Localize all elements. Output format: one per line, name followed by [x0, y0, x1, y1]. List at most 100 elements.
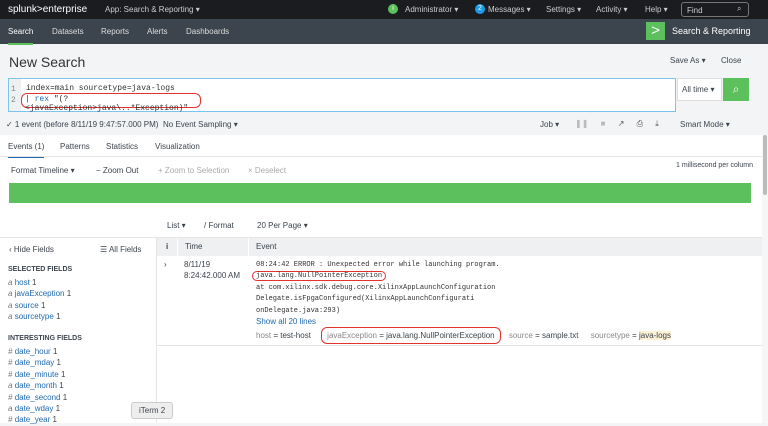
col-time[interactable]: Time — [185, 242, 202, 251]
app-bar: Search Datasets Reports Alerts Dashboard… — [0, 19, 768, 45]
list-view-menu[interactable]: List ▾ — [167, 221, 186, 230]
field-type-icon: a — [8, 381, 13, 391]
tab-statistics[interactable]: Statistics — [106, 142, 138, 151]
field-count: 1 — [52, 347, 58, 356]
timeline-bar[interactable] — [9, 183, 751, 203]
field-item[interactable]: # date_minute 1 — [8, 369, 67, 380]
event-line: Delegate.isFpgaConfigured(XilinxAppLaunc… — [256, 295, 475, 304]
field-sourcetype[interactable]: sourcetype = java-logs — [591, 331, 671, 340]
field-name[interactable]: date_mday — [15, 358, 55, 367]
field-item[interactable]: a host 1 — [8, 277, 71, 288]
app-logo-icon: > — [646, 22, 665, 40]
fields-sidebar: ‹ Hide Fields ☰ All Fields SELECTED FIEL… — [0, 237, 157, 425]
tab-datasets[interactable]: Datasets — [52, 27, 84, 36]
field-count: 1 — [59, 381, 64, 391]
field-name[interactable]: date_year — [15, 415, 51, 424]
field-type-icon: a — [8, 312, 13, 322]
field-item[interactable]: # date_mday 1 — [8, 357, 67, 368]
activity-menu[interactable]: Activity ▾ — [596, 5, 628, 14]
field-name[interactable]: host — [15, 278, 30, 287]
scrollbar-thumb[interactable] — [763, 135, 767, 195]
event-raw: 08:24:42 ERROR : Unexpected error while … — [252, 260, 500, 317]
expand-chevron-icon[interactable]: › — [164, 260, 167, 269]
field-count: 1 — [60, 369, 66, 379]
search-input[interactable]: 12 index=main sourcetype=java-logs | rex… — [8, 78, 676, 113]
field-count: 1 — [40, 300, 46, 310]
scrollbar[interactable] — [762, 135, 768, 423]
search-button[interactable]: ⌕ — [723, 78, 749, 101]
rex-command: rex — [34, 95, 50, 104]
per-page-menu[interactable]: 20 Per Page ▾ — [257, 221, 308, 230]
field-item[interactable]: # date_hour 1 — [8, 346, 67, 357]
messages-menu[interactable]: Messages ▾ — [488, 5, 531, 14]
tab-patterns[interactable]: Patterns — [60, 142, 90, 151]
tab-reports[interactable]: Reports — [101, 27, 129, 36]
app-menu[interactable]: App: Search & Reporting ▾ — [105, 5, 200, 14]
field-type-icon: a — [8, 289, 13, 299]
field-type-icon: # — [8, 358, 13, 368]
splunk-logo[interactable]: splunk>enterprise — [8, 4, 87, 15]
user-menu[interactable]: Administrator ▾ — [405, 5, 458, 14]
field-count: 1 — [56, 358, 61, 368]
tab-search[interactable]: Search — [8, 27, 34, 45]
line-numbers: 12 — [9, 79, 21, 111]
field-name[interactable]: source — [15, 301, 39, 310]
col-info: i — [166, 242, 169, 251]
job-controls[interactable]: ❚❚ ■ ↗ ⎙ ⤓ — [575, 119, 659, 129]
field-type-icon: a — [8, 404, 13, 414]
field-name[interactable]: date_hour — [15, 347, 51, 356]
field-name[interactable]: date_second — [15, 393, 61, 402]
close-button[interactable]: Close — [721, 56, 741, 65]
help-menu[interactable]: Help ▾ — [645, 5, 668, 14]
field-name[interactable]: date_month — [15, 381, 57, 390]
hide-fields-button[interactable]: ‹ Hide Fields — [9, 245, 54, 254]
field-item[interactable]: # date_second 1 — [8, 392, 67, 403]
field-name[interactable]: date_wday — [15, 404, 54, 413]
time-range-picker[interactable]: All time ▾ — [677, 78, 722, 101]
top-bar: splunk>enterprise App: Search & Reportin… — [0, 0, 768, 19]
divider — [0, 156, 762, 157]
zoom-out-button[interactable]: − Zoom Out — [96, 166, 138, 175]
field-item[interactable]: # date_year 1 — [8, 414, 67, 425]
col-event[interactable]: Event — [256, 242, 276, 251]
field-item[interactable]: a date_month 1 — [8, 380, 67, 391]
field-host[interactable]: host = test-host — [256, 331, 311, 340]
deselect-button[interactable]: × Deselect — [248, 166, 286, 175]
zoom-selection-button[interactable]: + Zoom to Selection — [158, 166, 229, 175]
page-title: New Search — [9, 54, 86, 70]
search-icon: ⌕ — [737, 4, 742, 13]
tab-visualization[interactable]: Visualization — [155, 142, 200, 151]
field-item[interactable]: a sourcetype 1 — [8, 311, 71, 322]
search-mode-menu[interactable]: Smart Mode ▾ — [680, 120, 730, 129]
field-type-icon: # — [8, 415, 13, 425]
job-menu[interactable]: Job ▾ — [540, 120, 559, 129]
all-fields-button[interactable]: ☰ All Fields — [100, 245, 141, 254]
field-item[interactable]: a date_wday 1 — [8, 403, 67, 414]
search-icon: ⌕ — [732, 82, 740, 96]
show-all-lines-link[interactable]: Show all 20 lines — [256, 317, 316, 326]
table-header: i Time Event — [157, 237, 762, 257]
field-item[interactable]: a source 1 — [8, 300, 71, 311]
field-name[interactable]: sourcetype — [15, 312, 54, 321]
event-line-highlight: java.lang.NullPointerException — [252, 271, 387, 282]
save-as-button[interactable]: Save As ▾ — [670, 56, 706, 65]
selected-fields-heading: SELECTED FIELDS — [8, 266, 73, 273]
field-name[interactable]: date_minute — [15, 370, 59, 379]
format-timeline-menu[interactable]: Format Timeline ▾ — [11, 166, 75, 175]
tab-alerts[interactable]: Alerts — [147, 27, 167, 36]
field-count: 1 — [32, 278, 37, 287]
timeline-scale: 1 millisecond per column — [676, 162, 754, 169]
search-line-1: index=main sourcetype=java-logs — [26, 84, 175, 93]
settings-menu[interactable]: Settings ▾ — [546, 5, 581, 14]
field-javaexception[interactable]: javaException = java.lang.NullPointerExc… — [321, 327, 501, 344]
field-type-icon: a — [8, 278, 13, 287]
table-row: › 8/11/19 8:24:42.000 AM 08:24:42 ERROR … — [157, 256, 762, 346]
event-line: 08:24:42 ERROR : Unexpected error while … — [256, 261, 500, 269]
field-source[interactable]: source = sample.txt — [509, 331, 579, 340]
format-button[interactable]: / Format — [204, 221, 234, 230]
event-sampling-menu[interactable]: No Event Sampling ▾ — [163, 120, 238, 129]
rex-args: "(?<javaException>java\..*Exception)" — [25, 95, 189, 113]
field-name[interactable]: javaException — [15, 289, 65, 298]
tab-dashboards[interactable]: Dashboards — [186, 27, 229, 36]
field-item[interactable]: a javaException 1 — [8, 288, 71, 299]
